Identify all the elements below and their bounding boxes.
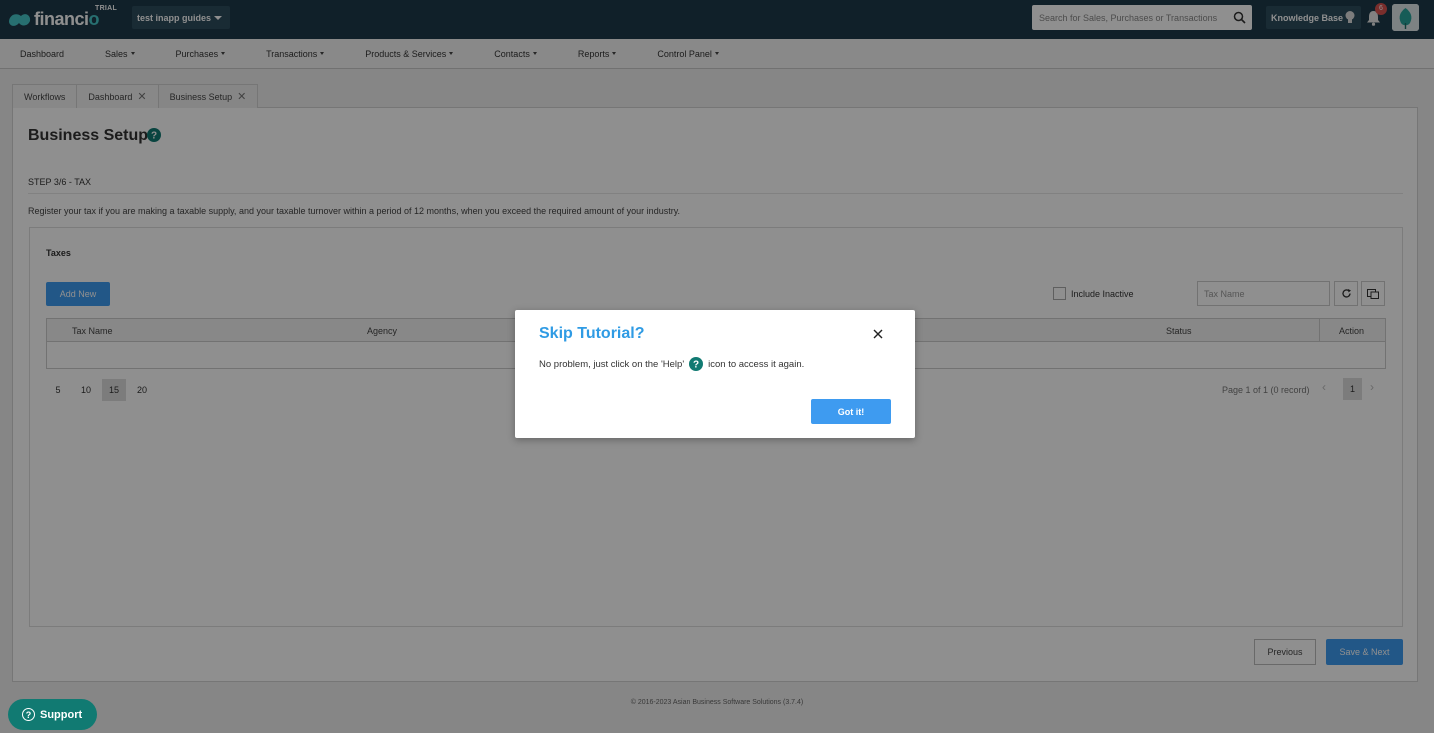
- question-circle-icon: ?: [22, 708, 35, 721]
- dialog-title: Skip Tutorial?: [539, 325, 645, 342]
- dialog-message: No problem, just click on the 'Help' ? i…: [539, 357, 804, 371]
- support-label: Support: [40, 708, 83, 721]
- dialog-text-after: icon to access it again.: [708, 358, 805, 370]
- svg-text:?: ?: [693, 360, 699, 371]
- skip-tutorial-dialog: Skip Tutorial? No problem, just click on…: [515, 310, 915, 438]
- got-it-button[interactable]: Got it!: [811, 399, 891, 424]
- dialog-text-before: No problem, just click on the 'Help': [539, 358, 685, 370]
- help-icon: ?: [689, 357, 704, 371]
- support-button[interactable]: ? Support: [8, 699, 97, 730]
- close-icon[interactable]: [871, 327, 885, 341]
